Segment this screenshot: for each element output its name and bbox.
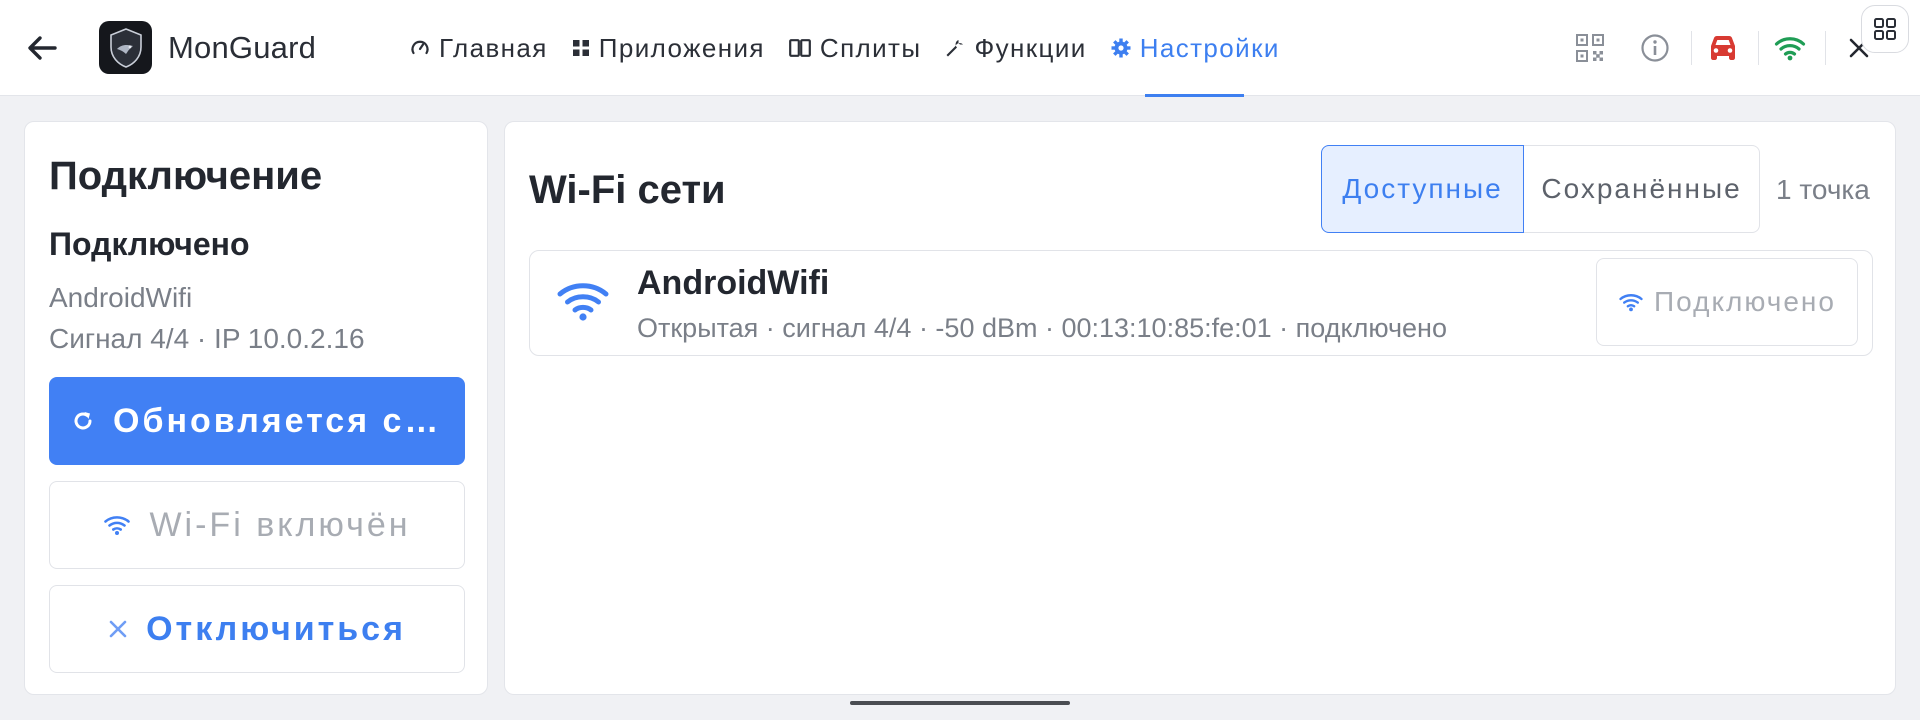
arrow-left-icon [28, 36, 57, 60]
segment-saved[interactable]: Сохранённые [1524, 145, 1760, 233]
app-title: MonGuard [168, 30, 317, 65]
tab-splits-label: Сплиты [819, 32, 922, 63]
tab-apps[interactable]: Приложения [572, 0, 765, 96]
apps-grid-icon [1874, 18, 1896, 40]
wrench-icon [945, 38, 965, 58]
speedometer-icon [410, 38, 430, 58]
tab-apps-label: Приложения [598, 32, 765, 63]
connection-title: Подключение [49, 154, 323, 198]
network-list-item[interactable]: AndroidWifi Открытая · сигнал 4/4 · -50 … [529, 250, 1873, 356]
disconnect-label: Отключиться [146, 609, 406, 648]
info-icon [1641, 34, 1669, 62]
back-button[interactable] [22, 28, 62, 68]
networks-title: Wi-Fi сети [529, 168, 726, 212]
wifi-icon [1774, 37, 1806, 61]
car-button[interactable] [1702, 27, 1744, 69]
qr-code-button[interactable] [1569, 27, 1611, 69]
connection-status: Подключено [49, 226, 250, 262]
network-connected-label: Подключено [1654, 286, 1836, 317]
home-indicator [850, 701, 1070, 705]
connected-ssid: AndroidWifi [49, 282, 193, 313]
info-button[interactable] [1634, 27, 1676, 69]
top-bar: MonGuard Главная Приложения Сплиты Функц… [0, 0, 1920, 97]
segment-available[interactable]: Доступные [1321, 145, 1524, 233]
car-icon [1711, 36, 1735, 60]
network-connected-button[interactable]: Подключено [1596, 258, 1858, 346]
tab-features[interactable]: Функции [945, 0, 1086, 96]
wifi-networks-card: Wi-Fi сети Доступные Сохранённые 1 точка… [504, 121, 1896, 695]
wifi-icon [557, 283, 609, 321]
network-filter-segments: Доступные Сохранённые [1321, 145, 1760, 233]
main-nav: Главная Приложения Сплиты Функции Настро… [410, 0, 1304, 97]
networks-count: 1 точка [1776, 174, 1870, 205]
toolbar-divider [1691, 31, 1692, 65]
toolbar-divider [1758, 31, 1759, 65]
refresh-signal-label: Обновляется сигнал [113, 401, 443, 440]
split-icon [788, 39, 811, 57]
tab-settings-label: Настройки [1139, 32, 1280, 63]
connection-card: Подключение Подключено AndroidWifi Сигна… [24, 121, 488, 695]
refresh-icon [71, 409, 95, 433]
toolbar-divider [1825, 31, 1826, 65]
tab-features-label: Функции [974, 32, 1087, 63]
network-name: AndroidWifi [637, 264, 830, 302]
gear-icon [1111, 38, 1131, 58]
disconnect-button[interactable]: Отключиться [49, 585, 465, 673]
wifi-icon [1618, 292, 1644, 312]
app-logo [99, 21, 152, 74]
network-details: Открытая · сигнал 4/4 · -50 dBm · 00:13:… [637, 313, 1447, 343]
tab-home-label: Главная [439, 32, 548, 63]
refresh-signal-button[interactable]: Обновляется сигнал [49, 377, 465, 465]
tab-splits[interactable]: Сплиты [788, 0, 922, 96]
wifi-status-button[interactable] [1769, 27, 1811, 69]
wifi-icon [103, 514, 131, 536]
qr-code-icon [1576, 34, 1604, 62]
shield-logo-icon [109, 27, 142, 68]
wifi-toggle-button[interactable]: Wi-Fi включён [49, 481, 465, 569]
tab-home[interactable]: Главная [410, 0, 548, 96]
signal-ip-info: Сигнал 4/4 · IP 10.0.2.16 [49, 323, 365, 354]
close-icon [108, 619, 128, 639]
wifi-toggle-label: Wi-Fi включён [149, 505, 411, 544]
floating-apps-button[interactable] [1861, 5, 1909, 53]
tab-settings[interactable]: Настройки [1111, 0, 1280, 97]
grid-icon [572, 39, 590, 57]
